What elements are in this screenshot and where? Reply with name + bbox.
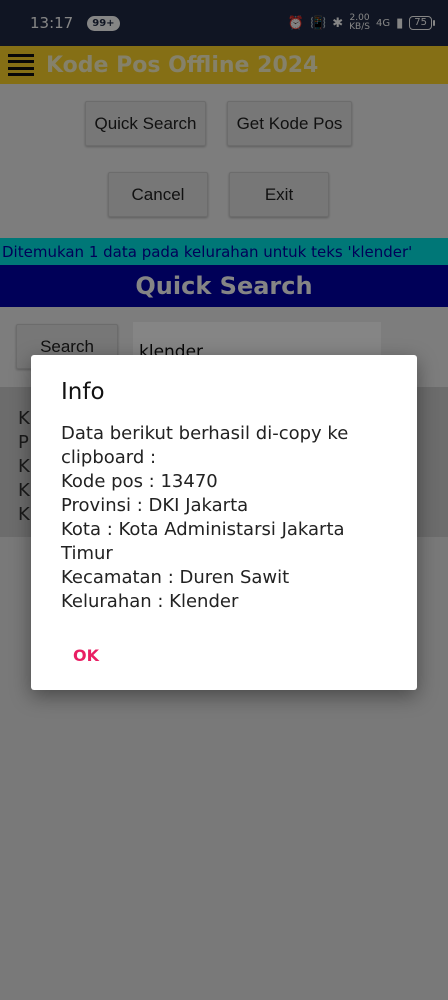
dialog-line: Kelurahan : Klender bbox=[61, 591, 239, 612]
dialog-message: Data berikut berhasil di-copy ke clipboa… bbox=[61, 422, 387, 614]
dialog-line: Data berikut berhasil di-copy ke bbox=[61, 423, 349, 444]
ok-button[interactable]: OK bbox=[61, 639, 111, 671]
dialog-line: Kode pos : 13470 bbox=[61, 471, 218, 492]
dialog-line: Kecamatan : Duren Sawit bbox=[61, 567, 290, 588]
dialog-line: Kota : Kota Administarsi Jakarta bbox=[61, 519, 345, 540]
dialog-title: Info bbox=[61, 379, 105, 405]
dialog-line: Timur bbox=[61, 543, 113, 564]
info-dialog: Info Data berikut berhasil di-copy ke cl… bbox=[31, 355, 417, 690]
dialog-line: clipboard : bbox=[61, 447, 157, 468]
dialog-line: Provinsi : DKI Jakarta bbox=[61, 495, 249, 516]
